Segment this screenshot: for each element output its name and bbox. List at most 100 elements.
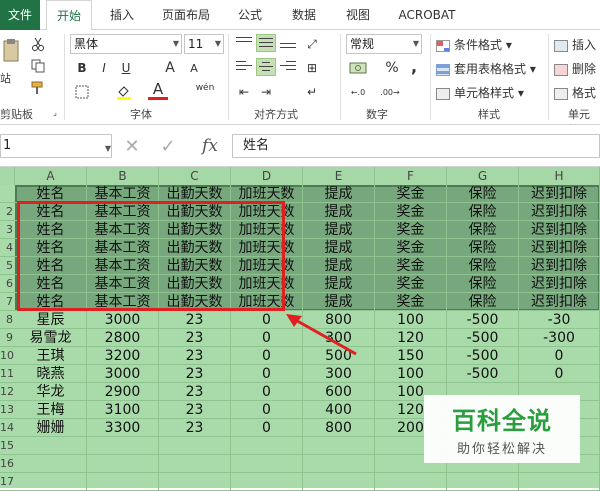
- cell[interactable]: [231, 473, 303, 491]
- cell[interactable]: 100: [375, 365, 447, 383]
- row-header[interactable]: 17: [0, 473, 15, 491]
- tab-formulas[interactable]: 公式: [228, 0, 272, 30]
- tab-view[interactable]: 视图: [336, 0, 380, 30]
- cell[interactable]: 迟到扣除: [519, 203, 600, 221]
- cell[interactable]: [15, 473, 87, 491]
- paste-icon[interactable]: [0, 36, 22, 66]
- cell[interactable]: 保险: [447, 221, 519, 239]
- comma-button[interactable]: ,: [404, 56, 424, 76]
- cell[interactable]: 提成: [303, 239, 375, 257]
- currency-icon[interactable]: [346, 58, 372, 78]
- cell[interactable]: [15, 437, 87, 455]
- row-header[interactable]: [0, 185, 15, 203]
- row-header[interactable]: 4: [0, 239, 15, 257]
- decrease-indent-icon[interactable]: ⇤: [234, 82, 254, 102]
- merge-center-icon[interactable]: ⊞: [302, 58, 322, 78]
- cell[interactable]: 易雪龙: [15, 329, 87, 347]
- cell[interactable]: [87, 455, 159, 473]
- align-left-icon[interactable]: [234, 58, 254, 76]
- cell[interactable]: 0: [231, 401, 303, 419]
- cell[interactable]: 3000: [87, 311, 159, 329]
- cell[interactable]: 奖金: [375, 203, 447, 221]
- tab-file[interactable]: 文件: [0, 0, 40, 30]
- cell[interactable]: 保险: [447, 275, 519, 293]
- cell[interactable]: 保险: [447, 239, 519, 257]
- row-header[interactable]: 3: [0, 221, 15, 239]
- clipboard-launcher-icon[interactable]: ⌟: [50, 106, 60, 118]
- cell[interactable]: [159, 473, 231, 491]
- cell[interactable]: 迟到扣除: [519, 293, 600, 311]
- borders-icon[interactable]: [72, 82, 92, 102]
- number-format-combo[interactable]: 常规 ▼: [346, 34, 422, 54]
- cell[interactable]: [303, 473, 375, 491]
- cell[interactable]: 23: [159, 419, 231, 437]
- format-as-table-button[interactable]: 套用表格格式 ▾: [436, 60, 536, 77]
- cell[interactable]: 保险: [447, 293, 519, 311]
- cancel-icon[interactable]: ✕: [122, 136, 142, 157]
- increase-indent-icon[interactable]: ⇥: [256, 82, 276, 102]
- cell[interactable]: 迟到扣除: [519, 239, 600, 257]
- fill-color-icon[interactable]: [114, 82, 134, 102]
- cell[interactable]: 提成: [303, 293, 375, 311]
- tab-insert[interactable]: 插入: [100, 0, 144, 30]
- cell[interactable]: [303, 437, 375, 455]
- cell[interactable]: 提成: [303, 257, 375, 275]
- cell[interactable]: 提成: [303, 203, 375, 221]
- cell[interactable]: [87, 437, 159, 455]
- percent-button[interactable]: %: [382, 58, 402, 78]
- row-header[interactable]: 15: [0, 437, 15, 455]
- font-size-combo[interactable]: 11 ▼: [184, 34, 224, 54]
- align-middle-icon[interactable]: [256, 34, 276, 52]
- cell[interactable]: 23: [159, 365, 231, 383]
- row-header[interactable]: 14: [0, 419, 15, 437]
- cell[interactable]: 迟到扣除: [519, 221, 600, 239]
- column-header[interactable]: D: [231, 167, 303, 185]
- format-cells-button[interactable]: 格式: [554, 84, 596, 101]
- cell[interactable]: 2800: [87, 329, 159, 347]
- cell[interactable]: 0: [231, 383, 303, 401]
- cell[interactable]: [519, 473, 600, 491]
- italic-button[interactable]: I: [94, 58, 114, 78]
- formula-input[interactable]: 姓名: [232, 134, 600, 158]
- cell[interactable]: [303, 455, 375, 473]
- row-header[interactable]: 12: [0, 383, 15, 401]
- font-name-combo[interactable]: 黑体 ▼: [70, 34, 182, 54]
- tab-data[interactable]: 数据: [282, 0, 326, 30]
- cell[interactable]: 保险: [447, 203, 519, 221]
- conditional-format-button[interactable]: 条件格式 ▾: [436, 36, 512, 53]
- cell[interactable]: 提成: [303, 275, 375, 293]
- select-all-corner[interactable]: [0, 167, 15, 185]
- cell[interactable]: 400: [303, 401, 375, 419]
- cell[interactable]: [231, 437, 303, 455]
- cell[interactable]: 300: [303, 365, 375, 383]
- cell[interactable]: [15, 455, 87, 473]
- cell[interactable]: [159, 437, 231, 455]
- cell[interactable]: -30: [519, 311, 600, 329]
- cell[interactable]: 3200: [87, 347, 159, 365]
- cell[interactable]: [375, 473, 447, 491]
- cell-styles-button[interactable]: 单元格样式 ▾: [436, 84, 524, 101]
- row-header[interactable]: 5: [0, 257, 15, 275]
- font-color-button[interactable]: A: [148, 80, 168, 100]
- row-header[interactable]: 7: [0, 293, 15, 311]
- cell[interactable]: 23: [159, 311, 231, 329]
- column-header[interactable]: G: [447, 167, 519, 185]
- cell[interactable]: -500: [447, 311, 519, 329]
- column-header[interactable]: H: [519, 167, 600, 185]
- cell[interactable]: 800: [303, 419, 375, 437]
- cell[interactable]: 2900: [87, 383, 159, 401]
- cell[interactable]: [231, 455, 303, 473]
- cell[interactable]: -500: [447, 329, 519, 347]
- align-center-icon[interactable]: [256, 58, 276, 76]
- cell[interactable]: 0: [231, 365, 303, 383]
- name-box[interactable]: 1: [0, 134, 112, 158]
- align-top-icon[interactable]: [234, 34, 254, 52]
- cell[interactable]: 奖金: [375, 275, 447, 293]
- cell[interactable]: 23: [159, 383, 231, 401]
- row-header[interactable]: 8: [0, 311, 15, 329]
- tab-page-layout[interactable]: 页面布局: [154, 0, 218, 30]
- grow-font-button[interactable]: A: [160, 58, 180, 78]
- cell[interactable]: 晓燕: [15, 365, 87, 383]
- cell[interactable]: 3300: [87, 419, 159, 437]
- align-bottom-icon[interactable]: [278, 34, 298, 52]
